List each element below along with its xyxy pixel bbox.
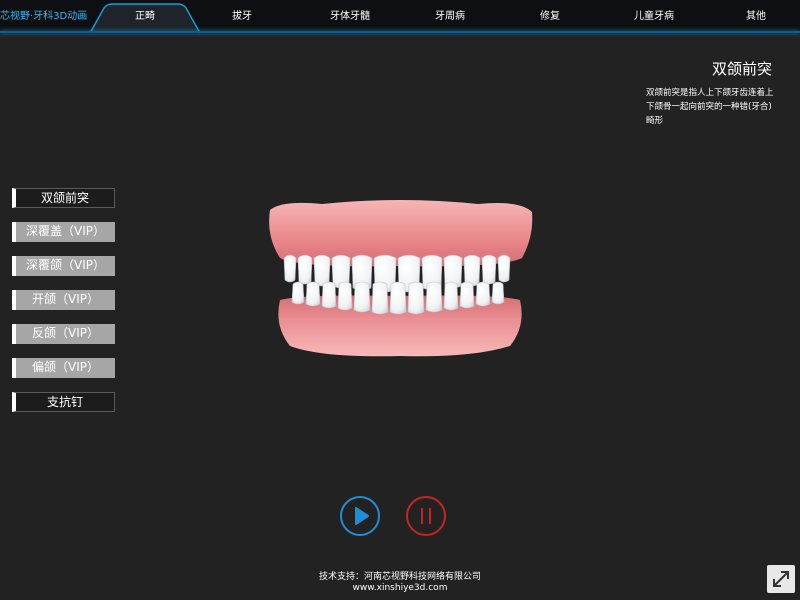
menu-item-anchorage-screw[interactable]: 支抗钉 [12, 392, 115, 412]
condition-description: 双颌前突是指人上下颌牙齿连着上下颌骨一起向前突的一种错(牙合)畸形 [646, 88, 774, 126]
menu-item-label: 支抗钉 [46, 395, 83, 409]
tab-label: 牙体牙髓 [330, 11, 370, 22]
tab-label: 修复 [540, 11, 560, 22]
tab-label: 正畸 [135, 11, 155, 22]
tab-pediatric[interactable]: 儿童牙病 [618, 0, 690, 34]
menu-item-label: 深覆颌（VIP） [26, 258, 105, 272]
menu-item-label: 开颌（VIP） [32, 292, 99, 306]
fullscreen-button[interactable] [767, 565, 795, 593]
footer-support-text: 技术支持：河南芯视野科技网络有限公司 [318, 572, 481, 582]
menu-item-label: 反颌（VIP） [32, 326, 99, 340]
tab-extraction[interactable]: 拔牙 [210, 0, 274, 34]
teeth-3d-model[interactable] [262, 196, 538, 366]
menu-item-deep-overbite[interactable]: 深覆颌（VIP） [12, 256, 115, 276]
teeth-model-illustration [269, 200, 533, 357]
menu-item-bimaxillary-protrusion[interactable]: 双颌前突 [12, 188, 115, 208]
tab-label: 其他 [746, 11, 766, 22]
tab-periodontal[interactable]: 牙周病 [418, 0, 482, 34]
tab-label: 牙周病 [435, 11, 465, 22]
nav-divider [0, 31, 800, 33]
pause-icon [421, 508, 431, 524]
menu-item-deep-overjet[interactable]: 深覆盖（VIP） [12, 222, 115, 242]
pause-button[interactable] [406, 496, 446, 536]
menu-item-label: 深覆盖（VIP） [26, 224, 105, 238]
menu-item-deviated-jaw[interactable]: 偏颌（VIP） [12, 358, 115, 378]
tab-other[interactable]: 其他 [726, 0, 786, 34]
menu-item-label: 双颌前突 [40, 191, 89, 205]
tab-restoration[interactable]: 修复 [518, 0, 582, 34]
footer-url[interactable]: www.xinshiye3d.com [0, 583, 800, 593]
condition-title: 双颌前突 [712, 60, 773, 78]
tab-label: 儿童牙病 [634, 11, 674, 22]
tab-endodontics[interactable]: 牙体牙髓 [310, 0, 390, 34]
menu-item-open-bite[interactable]: 开颌（VIP） [12, 290, 115, 310]
play-button[interactable] [340, 496, 380, 536]
top-nav-bar: 芯视野·牙科3D动画 正畸 拔牙 牙体牙髓 牙周病 修复 儿童牙病 其他 [0, 0, 800, 34]
app-title: 芯视野·牙科3D动画 [0, 11, 88, 22]
tab-label: 拔牙 [232, 11, 252, 22]
play-icon [355, 507, 369, 525]
tab-orthodontics[interactable]: 正畸 [90, 0, 200, 34]
expand-icon [773, 571, 789, 587]
menu-item-crossbite[interactable]: 反颌（VIP） [12, 324, 115, 344]
menu-item-label: 偏颌（VIP） [32, 360, 99, 374]
